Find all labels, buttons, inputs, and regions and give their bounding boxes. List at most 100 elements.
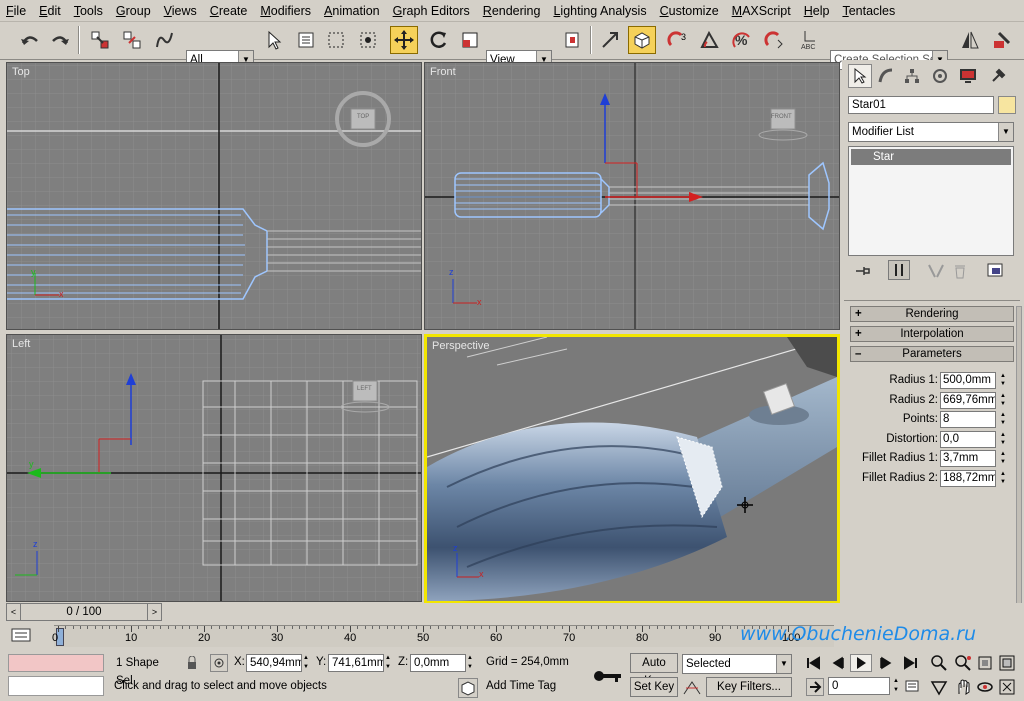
time-slider-next-icon[interactable]: > [147, 604, 161, 620]
menu-item-modifiers[interactable]: Modifiers [260, 4, 311, 18]
select-and-rotate-icon[interactable] [424, 26, 452, 54]
time-slider[interactable]: < 0 / 100 > [6, 603, 162, 621]
menu-item-customize[interactable]: Customize [660, 4, 719, 18]
align-icon[interactable] [988, 26, 1016, 54]
modify-tab-icon[interactable] [874, 64, 898, 88]
viewport-label[interactable]: Left [12, 338, 30, 350]
rollout-parameters[interactable]: – Parameters [850, 346, 1014, 362]
track-bar[interactable]: 0 10 20 30 40 50 60 70 80 90 100 [52, 625, 834, 647]
time-configuration-icon[interactable] [904, 678, 922, 696]
viewcube-face-label[interactable]: TOP [357, 114, 369, 120]
make-unique-icon[interactable] [926, 262, 946, 280]
z-coordinate-field[interactable]: 0,0mm [410, 654, 466, 672]
stack-item-star[interactable]: Star [851, 149, 1011, 165]
spinner-snap-icon[interactable] [760, 26, 788, 54]
remove-modifier-icon[interactable] [950, 262, 970, 280]
pin-stack-icon[interactable] [852, 262, 872, 280]
go-to-end-icon[interactable] [900, 654, 920, 672]
zoom-icon[interactable] [930, 654, 950, 674]
pivot-center-icon[interactable] [558, 26, 586, 54]
menu-item-lighting-analysis[interactable]: Lighting Analysis [553, 4, 646, 18]
param-value-field[interactable]: 500,0mm [940, 372, 996, 389]
param-value-field[interactable]: 3,7mm [940, 450, 996, 467]
viewport-left[interactable]: Left LEFT y z [6, 334, 422, 602]
viewport-top[interactable]: Top TOP y x [6, 62, 422, 330]
object-name-field[interactable]: Star01 [848, 96, 994, 114]
select-object-icon[interactable] [260, 26, 288, 54]
field-of-view-icon[interactable] [930, 678, 950, 698]
menu-item-file[interactable]: File [6, 4, 26, 18]
param-spinner[interactable]: ▲ ▼ [998, 450, 1008, 467]
param-spinner[interactable]: ▲ ▼ [998, 392, 1008, 409]
create-tab-icon[interactable] [848, 64, 872, 88]
edit-named-selections-icon[interactable]: ABC [796, 26, 824, 54]
configure-modifier-sets-icon[interactable] [986, 262, 1006, 280]
menu-item-rendering[interactable]: Rendering [483, 4, 541, 18]
viewport-label[interactable]: Top [12, 66, 30, 78]
auto-key-button[interactable]: Auto Key [630, 653, 678, 687]
rectangular-selection-icon[interactable] [322, 26, 350, 54]
current-frame-spinner[interactable]: ▲ ▼ [893, 677, 901, 695]
motion-tab-icon[interactable] [928, 64, 952, 88]
undo-icon[interactable] [16, 26, 44, 54]
play-icon[interactable] [850, 654, 872, 672]
angle-snap-icon[interactable] [696, 26, 724, 54]
previous-frame-icon[interactable] [828, 654, 848, 672]
menu-item-create[interactable]: Create [210, 4, 248, 18]
viewport-front[interactable]: Front FRONT z x [424, 62, 840, 330]
param-spinner[interactable]: ▲ ▼ [998, 411, 1008, 428]
menu-item-group[interactable]: Group [116, 4, 151, 18]
viewport-label[interactable]: Perspective [432, 340, 489, 352]
trackbar-toggle-icon[interactable] [6, 623, 36, 647]
menu-item-views[interactable]: Views [164, 4, 197, 18]
viewport-perspective[interactable]: Perspective z x [424, 334, 840, 604]
modifier-list-dropdown[interactable]: Modifier List ▼ [848, 122, 1014, 142]
x-coordinate-field[interactable]: 540,94mm [246, 654, 302, 672]
zoom-extents-icon[interactable] [976, 654, 996, 674]
maxscript-input-mini[interactable] [8, 676, 104, 696]
key-mode-toggle-icon[interactable] [806, 678, 824, 696]
param-spinner[interactable]: ▲ ▼ [998, 372, 1008, 389]
percent-snap-icon[interactable]: % [728, 26, 756, 54]
time-slider-prev-icon[interactable]: < [7, 604, 21, 620]
select-and-manipulate-icon[interactable] [596, 26, 624, 54]
rollout-rendering[interactable]: + Rendering [850, 306, 1014, 322]
default-tangents-icon[interactable] [682, 678, 702, 698]
menu-item-animation[interactable]: Animation [324, 4, 380, 18]
set-keys-key-icon[interactable] [588, 656, 628, 696]
select-and-scale-icon[interactable] [456, 26, 484, 54]
param-value-field[interactable]: 669,76mm [940, 391, 996, 409]
x-spinner[interactable]: ▲ ▼ [303, 654, 311, 672]
key-mode-dropdown[interactable]: Selected ▼ [682, 654, 792, 674]
param-spinner[interactable]: ▲ ▼ [998, 431, 1008, 448]
redo-icon[interactable] [46, 26, 74, 54]
z-spinner[interactable]: ▲ ▼ [467, 654, 475, 672]
zoom-extents-all-icon[interactable] [998, 654, 1018, 674]
menu-item-maxscript[interactable]: MAXScript [732, 4, 791, 18]
param-value-field[interactable]: 8 [940, 411, 996, 428]
menu-item-graph-editors[interactable]: Graph Editors [393, 4, 470, 18]
absolute-mode-icon[interactable] [210, 654, 228, 672]
menu-item-tentacles[interactable]: Tentacles [842, 4, 895, 18]
snaps-toggle-icon[interactable]: 3 [664, 26, 692, 54]
mirror-icon[interactable] [956, 26, 984, 54]
select-and-link-icon[interactable] [86, 26, 114, 54]
bind-space-warp-icon[interactable] [150, 26, 178, 54]
viewcube-face-label[interactable]: FRONT [771, 114, 792, 120]
lock-selection-icon[interactable] [186, 655, 198, 670]
viewcube-face-label[interactable]: LEFT [357, 386, 372, 392]
go-to-start-icon[interactable] [804, 654, 824, 672]
add-time-tag-button[interactable]: Add Time Tag [486, 680, 556, 692]
object-color-swatch[interactable] [998, 96, 1016, 114]
maxscript-listener-mini[interactable] [8, 654, 104, 672]
menu-item-edit[interactable]: Edit [39, 4, 61, 18]
select-and-move-icon[interactable] [390, 26, 418, 54]
current-frame-field[interactable]: 0 [828, 677, 890, 695]
menu-item-tools[interactable]: Tools [74, 4, 103, 18]
show-end-result-icon[interactable] [888, 260, 910, 280]
set-key-button[interactable]: Set Key [630, 677, 678, 697]
zoom-all-icon[interactable] [954, 654, 974, 674]
param-value-field[interactable]: 0,0 [940, 430, 996, 448]
menu-item-help[interactable]: Help [804, 4, 830, 18]
orbit-icon[interactable] [976, 678, 996, 698]
